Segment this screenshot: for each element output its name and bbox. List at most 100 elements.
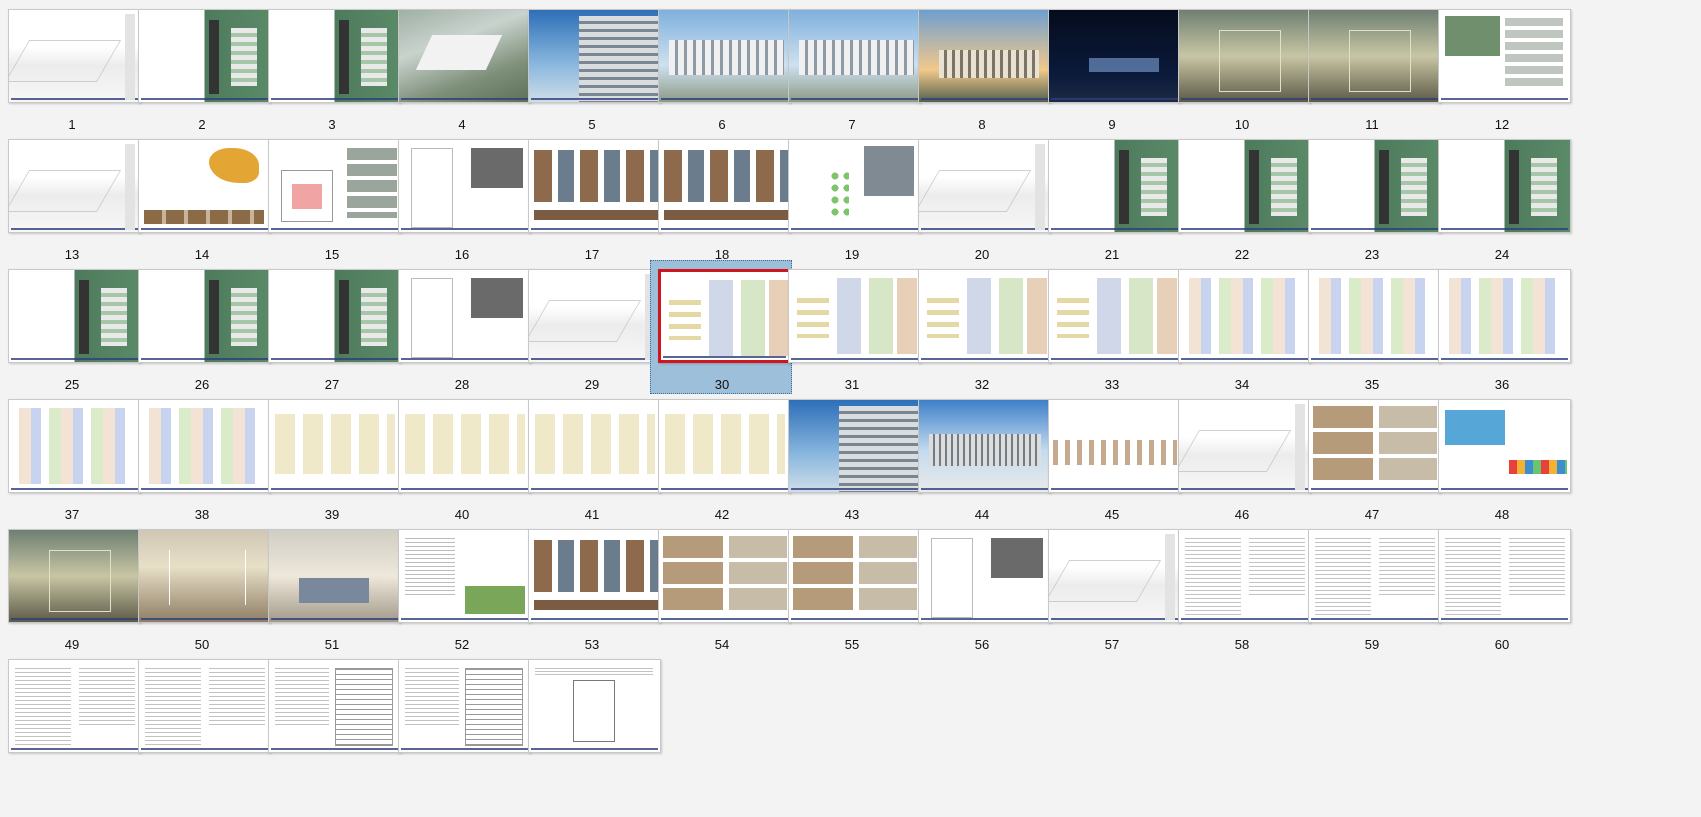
slide-preview-image[interactable] xyxy=(138,9,271,103)
slide-preview-image[interactable] xyxy=(658,399,791,493)
slide-preview-image[interactable] xyxy=(268,529,401,623)
slide-thumbnail[interactable]: 29 xyxy=(520,260,662,394)
slide-preview-image[interactable] xyxy=(138,529,271,623)
slide-thumbnail[interactable]: 9 xyxy=(1040,0,1182,134)
slide-thumbnail[interactable]: 51 xyxy=(260,520,402,654)
slide-preview-image[interactable] xyxy=(1308,9,1441,103)
slide-preview-image[interactable] xyxy=(268,269,401,363)
slide-preview-image[interactable] xyxy=(138,269,271,363)
slide-thumbnail[interactable]: 21 xyxy=(1040,130,1182,264)
slide-thumbnail[interactable]: 2 xyxy=(130,0,272,134)
slide-thumbnail[interactable]: 46 xyxy=(1170,390,1312,524)
slide-thumbnail[interactable]: 8 xyxy=(910,0,1052,134)
slide-preview-image[interactable] xyxy=(1178,9,1311,103)
slide-preview-image[interactable] xyxy=(398,139,531,233)
slide-preview-image[interactable] xyxy=(528,9,661,103)
slide-preview-image[interactable] xyxy=(1438,399,1571,493)
slide-preview-image[interactable] xyxy=(8,9,141,103)
slide-thumbnail[interactable]: 10 xyxy=(1170,0,1312,134)
slide-preview-image[interactable] xyxy=(138,139,271,233)
slide-preview-image[interactable] xyxy=(788,399,921,493)
slide-thumbnail[interactable]: 42 xyxy=(650,390,792,524)
slide-thumbnail[interactable]: 4 xyxy=(390,0,532,134)
slide-thumbnail[interactable] xyxy=(0,650,142,784)
slide-thumbnail[interactable]: 39 xyxy=(260,390,402,524)
slide-thumbnail[interactable] xyxy=(260,650,402,784)
slide-preview-image[interactable] xyxy=(398,9,531,103)
slide-preview-image[interactable] xyxy=(268,139,401,233)
slide-preview-image[interactable] xyxy=(1438,9,1571,103)
slide-thumbnail[interactable]: 15 xyxy=(260,130,402,264)
slide-thumbnail[interactable]: 35 xyxy=(1300,260,1442,394)
slide-preview-image[interactable] xyxy=(528,659,661,753)
slide-preview-image[interactable] xyxy=(268,659,401,753)
slide-thumbnail[interactable]: 37 xyxy=(0,390,142,524)
slide-thumbnail[interactable]: 33 xyxy=(1040,260,1182,394)
slide-thumbnail[interactable]: 45 xyxy=(1040,390,1182,524)
slide-thumbnail[interactable] xyxy=(130,650,272,784)
slide-preview-image[interactable] xyxy=(268,399,401,493)
slide-thumbnail[interactable]: 12 xyxy=(1430,0,1572,134)
slide-thumbnail[interactable]: 36 xyxy=(1430,260,1572,394)
slide-thumbnail[interactable]: 38 xyxy=(130,390,272,524)
slide-thumbnail[interactable]: 16 xyxy=(390,130,532,264)
slide-preview-image[interactable] xyxy=(1178,269,1311,363)
slide-thumbnail[interactable]: 22 xyxy=(1170,130,1312,264)
slide-thumbnail[interactable]: 28 xyxy=(390,260,532,394)
slide-thumbnail[interactable]: 34 xyxy=(1170,260,1312,394)
slide-preview-image[interactable] xyxy=(398,399,531,493)
slide-thumbnail[interactable]: 7 xyxy=(780,0,922,134)
slide-preview-image[interactable] xyxy=(1048,269,1181,363)
slide-thumbnail[interactable]: 24 xyxy=(1430,130,1572,264)
slide-preview-image[interactable] xyxy=(1048,399,1181,493)
slide-preview-image[interactable] xyxy=(1308,399,1441,493)
slide-thumbnail[interactable]: 20 xyxy=(910,130,1052,264)
slide-preview-image[interactable] xyxy=(268,9,401,103)
slide-preview-image[interactable] xyxy=(8,529,141,623)
slide-thumbnail[interactable]: 54 xyxy=(650,520,792,654)
slide-preview-image[interactable] xyxy=(918,399,1051,493)
slide-preview-image[interactable] xyxy=(918,529,1051,623)
slide-thumbnail[interactable]: 47 xyxy=(1300,390,1442,524)
slide-preview-image[interactable] xyxy=(528,139,661,233)
slide-thumbnail[interactable]: 56 xyxy=(910,520,1052,654)
slide-preview-image[interactable] xyxy=(918,9,1051,103)
slide-thumbnail[interactable]: 60 xyxy=(1430,520,1572,654)
slide-thumbnail[interactable]: 25 xyxy=(0,260,142,394)
slide-preview-image[interactable] xyxy=(8,269,141,363)
slide-preview-image[interactable] xyxy=(1048,139,1181,233)
slide-thumbnail[interactable]: 32 xyxy=(910,260,1052,394)
slide-preview-image[interactable] xyxy=(1438,269,1571,363)
slide-thumbnail[interactable]: 44 xyxy=(910,390,1052,524)
slide-thumbnail[interactable]: 55 xyxy=(780,520,922,654)
slide-thumbnail[interactable]: 49 xyxy=(0,520,142,654)
slide-preview-image[interactable] xyxy=(398,659,531,753)
slide-preview-image[interactable] xyxy=(8,399,141,493)
slide-preview-image[interactable] xyxy=(918,269,1051,363)
slide-preview-image[interactable] xyxy=(788,9,921,103)
slide-preview-image[interactable] xyxy=(918,139,1051,233)
slide-thumbnail[interactable]: 23 xyxy=(1300,130,1442,264)
slide-thumbnail[interactable]: 13 xyxy=(0,130,142,264)
slide-preview-image[interactable] xyxy=(658,269,791,363)
slide-thumbnail[interactable]: 48 xyxy=(1430,390,1572,524)
slide-thumbnail[interactable]: 1 xyxy=(0,0,142,134)
slide-preview-image[interactable] xyxy=(1308,139,1441,233)
slide-preview-image[interactable] xyxy=(398,269,531,363)
slide-thumbnail[interactable]: 27 xyxy=(260,260,402,394)
slide-preview-image[interactable] xyxy=(1438,529,1571,623)
slide-thumbnail[interactable] xyxy=(390,650,532,784)
slide-preview-image[interactable] xyxy=(788,269,921,363)
slide-preview-image[interactable] xyxy=(138,399,271,493)
slide-thumbnail[interactable]: 5 xyxy=(520,0,662,134)
slide-thumbnail[interactable]: 26 xyxy=(130,260,272,394)
slide-preview-image[interactable] xyxy=(1178,399,1311,493)
slide-preview-image[interactable] xyxy=(8,659,141,753)
slide-thumbnail[interactable]: 59 xyxy=(1300,520,1442,654)
slide-thumbnail[interactable]: 18 xyxy=(650,130,792,264)
slide-preview-image[interactable] xyxy=(788,529,921,623)
slide-thumbnail[interactable]: 19 xyxy=(780,130,922,264)
slide-thumbnail[interactable]: 14 xyxy=(130,130,272,264)
slide-preview-image[interactable] xyxy=(1048,529,1181,623)
slide-preview-image[interactable] xyxy=(528,529,661,623)
